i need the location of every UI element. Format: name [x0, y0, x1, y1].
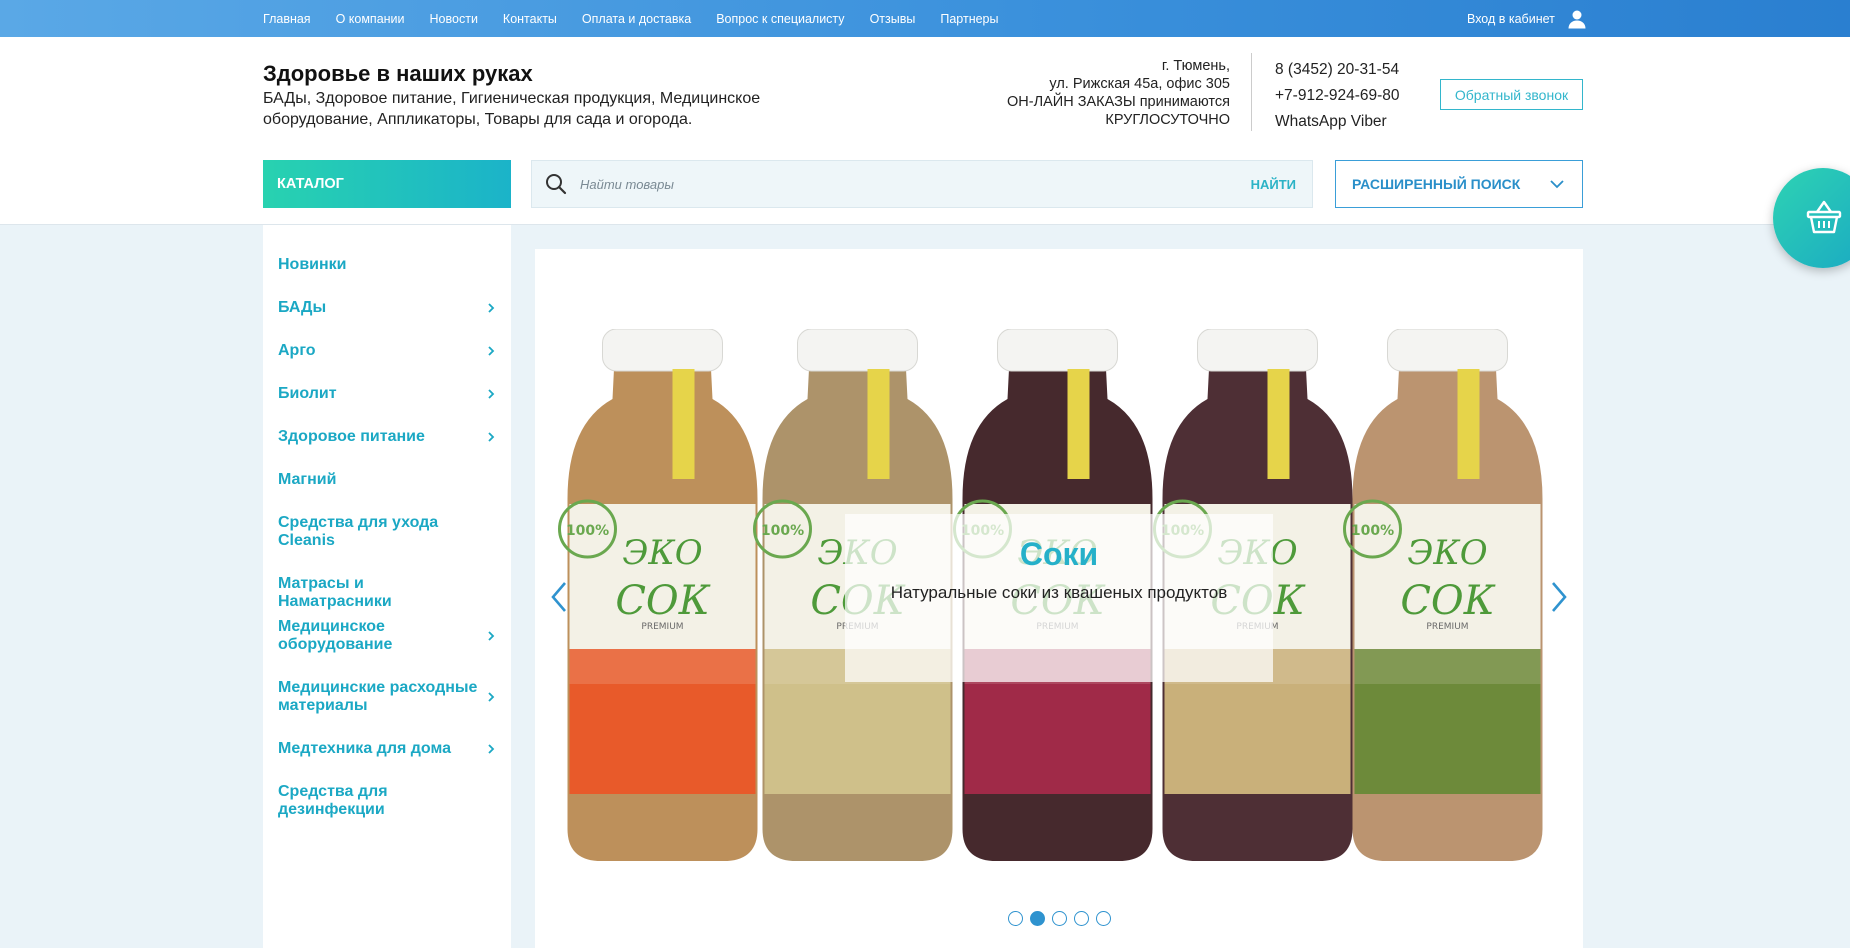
nav-link-home[interactable]: Главная	[263, 12, 311, 26]
chevron-right-icon	[488, 692, 495, 702]
sidebar-item-label: Медицинские расходные материалы	[278, 679, 478, 714]
address-line: КРУГЛОСУТОЧНО	[1105, 112, 1230, 128]
phone-landline[interactable]: 8 (3452) 20-31-54	[1275, 57, 1400, 83]
slider-prev-button[interactable]	[547, 579, 571, 615]
svg-text:СОК: СОК	[1400, 578, 1495, 624]
sidebar-item-mattresses[interactable]: Матрасы и Наматрасники	[278, 575, 496, 611]
slide-title: Соки	[1019, 536, 1099, 572]
contact-phones: 8 (3452) 20-31-54 +7-912-924-69-80 Whats…	[1275, 57, 1400, 135]
callback-button[interactable]: Обратный звонок	[1440, 79, 1583, 110]
chevron-right-icon	[488, 346, 495, 356]
advanced-search-label: РАСШИРЕННЫЙ ПОИСК	[1352, 176, 1521, 192]
chevron-right-icon	[488, 303, 495, 313]
search-input[interactable]	[580, 176, 1251, 192]
sidebar-item-label: Новинки	[278, 256, 347, 273]
sidebar-item-argo[interactable]: Арго	[278, 342, 496, 360]
slider-pagination	[1008, 911, 1118, 926]
nav-link-news[interactable]: Новости	[430, 12, 478, 26]
sidebar-item-label: Медтехника для дома	[278, 740, 451, 757]
sidebar-item-label: Средства для дезинфекции	[278, 783, 388, 818]
address-line: ОН-ЛАЙН ЗАКАЗЫ принимаются	[1007, 94, 1230, 110]
catalog-button[interactable]: КАТАЛОГ	[263, 160, 511, 208]
svg-text:ЭКО: ЭКО	[622, 533, 702, 573]
sidebar-item-magnesium[interactable]: Магний	[278, 471, 496, 489]
nav-link-about[interactable]: О компании	[336, 12, 405, 26]
store-address: г. Тюмень, ул. Рижская 45а, офис 305 ОН-…	[960, 57, 1230, 129]
sidebar-item-home-medtech[interactable]: Медтехника для дома	[278, 740, 496, 758]
slider-dot[interactable]	[1074, 911, 1089, 926]
svg-text:PREMIUM: PREMIUM	[641, 622, 683, 632]
address-line: ул. Рижская 45а, офис 305	[1049, 76, 1230, 92]
phone-mobile[interactable]: +7-912-924-69-80	[1275, 83, 1400, 109]
slider-dot[interactable]	[1096, 911, 1111, 926]
sidebar-item-label: Медицинское оборудование	[278, 618, 393, 653]
sidebar-item-label: Средства для ухода Cleanis	[278, 514, 439, 549]
login-link[interactable]: Вход в кабинет	[1467, 0, 1587, 37]
juice-bottle: ЭКО СОКPREMIUM 100%	[1343, 329, 1543, 861]
chevron-right-icon	[488, 432, 495, 442]
svg-text:ЭКО: ЭКО	[1407, 533, 1487, 573]
sidebar-item-new[interactable]: Новинки	[278, 256, 496, 274]
nav-link-partners[interactable]: Партнеры	[940, 12, 998, 26]
sidebar-item-medical-consumables[interactable]: Медицинские расходные материалы	[278, 679, 496, 715]
address-line: г. Тюмень,	[1161, 58, 1230, 74]
sidebar-item-label: Биолит	[278, 385, 337, 402]
messengers: WhatsApp Viber	[1275, 113, 1387, 130]
sidebar-item-medical-equipment[interactable]: Медицинское оборудование	[278, 618, 496, 654]
site-header: Здоровье в наших руках БАДы, Здоровое пи…	[0, 37, 1850, 225]
login-label: Вход в кабинет	[1467, 11, 1555, 26]
sidebar-item-label: Арго	[278, 342, 316, 359]
slide-text: Натуральные соки из квашеных продуктов	[890, 583, 1228, 602]
svg-text:100%: 100%	[1351, 523, 1394, 539]
chevron-right-icon	[1552, 582, 1567, 612]
svg-text:СОК: СОК	[615, 578, 710, 624]
sidebar-item-biolit[interactable]: Биолит	[278, 385, 496, 403]
chevron-right-icon	[488, 631, 495, 641]
chevron-right-icon	[488, 744, 495, 754]
search-submit-button[interactable]: НАЙТИ	[1251, 177, 1296, 192]
site-tagline: БАДы, Здоровое питание, Гигиеническая пр…	[263, 90, 761, 128]
svg-text:100%: 100%	[566, 523, 609, 539]
chevron-down-icon	[1550, 176, 1564, 192]
promo-slider: ЭКОСОКPREMIUM100%ЭКОСОКPREMIUM100%ЭКОСОК…	[535, 249, 1583, 948]
sidebar-item-healthy-food[interactable]: Здоровое питание	[278, 428, 496, 446]
chevron-right-icon	[488, 389, 495, 399]
search-icon	[545, 173, 567, 195]
sidebar-item-disinfection[interactable]: Средства для дезинфекции	[278, 783, 496, 819]
chevron-left-icon	[551, 582, 566, 612]
sidebar-item-supplements[interactable]: БАДы	[278, 299, 496, 317]
search-bar: НАЙТИ	[531, 160, 1313, 208]
top-nav-bar: Главная О компании Новости Контакты Опла…	[0, 0, 1850, 37]
nav-link-payment-delivery[interactable]: Оплата и доставка	[582, 12, 691, 26]
user-icon	[1567, 9, 1587, 29]
juice-bottle: ЭКО СОКPREMIUM 100%	[558, 329, 758, 861]
slider-dot[interactable]	[1052, 911, 1067, 926]
site-title[interactable]: Здоровье в наших руках	[263, 61, 533, 87]
nav-link-ask-specialist[interactable]: Вопрос к специалисту	[716, 12, 844, 26]
sidebar-item-label: БАДы	[278, 299, 327, 316]
sidebar-item-label: Магний	[278, 471, 337, 488]
catalog-sidebar: Новинки БАДы Арго Биолит Здоровое питани…	[263, 225, 511, 948]
basket-icon	[1806, 200, 1842, 234]
top-nav: Главная О компании Новости Контакты Опла…	[263, 0, 1024, 37]
sidebar-item-label: Здоровое питание	[278, 428, 425, 445]
slider-next-button[interactable]	[1547, 579, 1571, 615]
sidebar-item-cleanis[interactable]: Средства для ухода Cleanis	[278, 514, 496, 550]
sidebar-item-label: Матрасы и Наматрасники	[278, 575, 392, 610]
slide-caption: Соки Натуральные соки из квашеных продук…	[845, 514, 1273, 682]
slider-dot[interactable]	[1030, 911, 1045, 926]
advanced-search-button[interactable]: РАСШИРЕННЫЙ ПОИСК	[1335, 160, 1583, 208]
slider-dot[interactable]	[1008, 911, 1023, 926]
nav-link-contacts[interactable]: Контакты	[503, 12, 557, 26]
header-divider	[1251, 53, 1252, 131]
nav-link-reviews[interactable]: Отзывы	[870, 12, 916, 26]
svg-text:PREMIUM: PREMIUM	[1426, 622, 1468, 632]
svg-text:100%: 100%	[761, 523, 804, 539]
